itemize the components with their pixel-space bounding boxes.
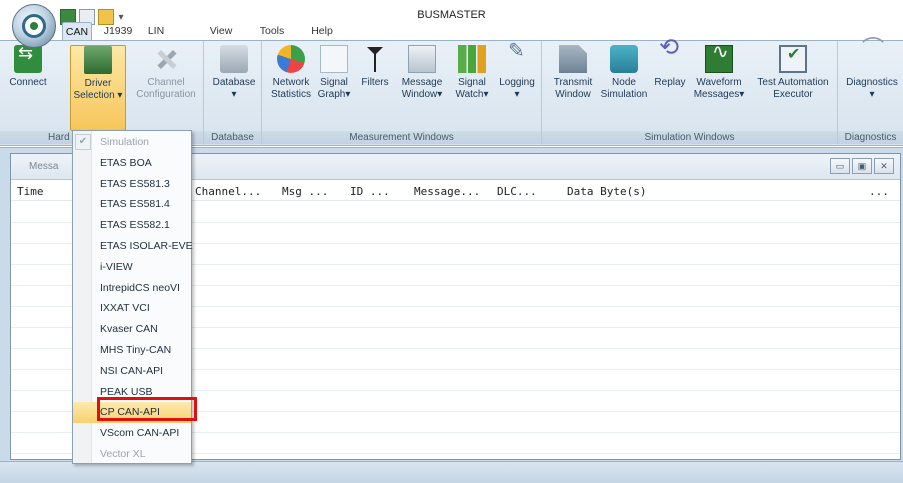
message-window-icon [408, 45, 436, 73]
driver-menu-item-intrepidcs-neovi[interactable]: IntrepidCS neoVI [73, 278, 191, 299]
group-label-measurement-windows: Measurement Windows [262, 131, 541, 144]
signal-watch-button[interactable]: Signal Watch▾ [450, 45, 494, 101]
replay-icon [656, 42, 684, 73]
driver-menu-item-label: ETAS ES581.3 [100, 177, 170, 190]
diagnostics-icon [858, 43, 886, 73]
driver-menu-item-mhs-tiny-can[interactable]: MHS Tiny-CAN [73, 340, 191, 361]
graph-icon [320, 45, 348, 73]
column-header-id[interactable]: ID ... [350, 185, 390, 198]
tab-view[interactable]: View [206, 22, 236, 40]
column-header-time[interactable]: Time [17, 185, 44, 198]
column-header-data-bytes[interactable]: Data Byte(s) [567, 185, 646, 198]
driver-menu-item-etas-isolar-eve[interactable]: ETAS ISOLAR-EVE [73, 236, 193, 257]
test-automation-icon [779, 45, 807, 73]
diagnostics-button[interactable]: Diagnostics ▾ [842, 43, 902, 101]
group-label-database: Database [204, 131, 261, 144]
tab-can[interactable]: CAN [62, 22, 92, 40]
transmit-window-button[interactable]: Transmit Window [548, 45, 598, 101]
tab-j1939[interactable]: J1939 [101, 22, 135, 40]
channel-configuration-button[interactable]: Channel Configuration [132, 45, 200, 101]
group-diagnostics: Diagnostics ▾ Diagnostics [838, 41, 903, 146]
column-header-channel[interactable]: Channel... [195, 185, 261, 198]
database-button[interactable]: Database ▾ [210, 45, 258, 101]
driver-icon [84, 46, 112, 74]
tab-tools[interactable]: Tools [255, 22, 289, 40]
group-simulation-windows: Transmit Window Node Simulation Replay W… [542, 41, 838, 146]
transmit-icon [559, 45, 587, 73]
driver-menu-item-label: ETAS ISOLAR-EVE [100, 240, 193, 252]
driver-menu-item-etas-es582-1[interactable]: ETAS ES582.1 [73, 215, 191, 236]
column-header-message[interactable]: Message... [414, 185, 480, 198]
bar-chart-icon [458, 45, 486, 73]
logging-button[interactable]: Logging ▾ [494, 45, 540, 101]
driver-menu-item-i-view[interactable]: i-VIEW [73, 257, 191, 278]
group-measurement-windows: Network Statistics Signal Graph▾ Filters… [262, 41, 542, 146]
driver-menu-item-label: ETAS ES582.1 [100, 219, 170, 232]
node-simulation-button[interactable]: Node Simulation [598, 45, 650, 101]
signal-graph-button[interactable]: Signal Graph▾ [312, 45, 356, 101]
driver-menu-item-etas-es581-4[interactable]: ETAS ES581.4 [73, 194, 191, 215]
tab-lin[interactable]: LIN [143, 22, 169, 40]
driver-selection-button[interactable]: Driver Selection ▾ [70, 45, 126, 131]
column-header-more[interactable]: ... [869, 185, 889, 198]
replay-button[interactable]: Replay [650, 42, 690, 89]
connect-icon [14, 45, 42, 73]
driver-menu-item-label: ETAS ES581.4 [100, 198, 170, 211]
driver-menu-item-label: NSI CAN-API [100, 364, 164, 377]
database-icon [220, 45, 248, 73]
app-title: BUSMASTER [417, 9, 486, 21]
checkmark-icon: ✔ [75, 134, 91, 150]
app-menu-button[interactable] [12, 4, 56, 48]
group-label-simulation-windows: Simulation Windows [542, 131, 837, 144]
filter-icon [361, 45, 389, 73]
driver-menu-item-ixxat-vci[interactable]: IXXAT VCI [73, 298, 191, 319]
restore-icon[interactable]: ▣ [852, 158, 872, 174]
message-window-title: Messa [29, 161, 59, 172]
driver-menu-item-label: IntrepidCS neoVI [100, 281, 180, 294]
group-label-diagnostics: Diagnostics [838, 131, 903, 144]
driver-menu-item-label: Vector XL [100, 448, 146, 460]
driver-menu-item-label: VScom CAN-API [100, 427, 180, 440]
tab-help[interactable]: Help [307, 22, 337, 40]
network-statistics-button[interactable]: Network Statistics [268, 45, 314, 101]
driver-menu-item-label: i-VIEW [100, 260, 133, 273]
group-database: Database ▾ Database [204, 41, 262, 146]
driver-menu-item-label: Kvaser CAN [100, 323, 158, 336]
driver-menu-item-nsi-can-api[interactable]: NSI CAN-API [73, 361, 191, 382]
filters-button[interactable]: Filters [358, 45, 392, 89]
driver-menu-item-label: Simulation [100, 136, 150, 148]
driver-menu-item-vector-xl: Vector XL [73, 444, 191, 465]
ribbon-tabs: CAN J1939 LIN View Tools Help [0, 22, 903, 40]
waveform-icon [705, 45, 733, 73]
column-header-msg[interactable]: Msg ... [282, 185, 328, 198]
message-window-button[interactable]: Message Window▾ [396, 45, 448, 101]
driver-menu-item-kvaser-can[interactable]: Kvaser CAN [73, 319, 191, 340]
test-automation-executor-button[interactable]: Test Automation Executor [750, 45, 836, 101]
driver-menu-item-label: MHS Tiny-CAN [100, 344, 172, 356]
close-icon[interactable]: ✕ [874, 158, 894, 174]
pie-chart-icon [277, 45, 305, 73]
column-header-dlc[interactable]: DLC... [497, 185, 537, 198]
logging-icon [503, 45, 531, 73]
driver-menu-item-etas-es581-3[interactable]: ETAS ES581.3 [73, 174, 191, 195]
driver-menu-item-vscom-can-api[interactable]: VScom CAN-API [73, 423, 191, 444]
waveform-messages-button[interactable]: Waveform Messages▾ [690, 45, 748, 101]
driver-menu-item-simulation: ✔ Simulation [73, 132, 191, 153]
connect-button[interactable]: Connect [8, 45, 48, 89]
node-icon [610, 45, 638, 73]
driver-menu-item-etas-boa[interactable]: ETAS BOA [73, 153, 191, 174]
minimize-icon[interactable]: ▭ [830, 158, 850, 174]
driver-menu-item-label: IXXAT VCI [100, 302, 150, 315]
driver-menu-item-label: ETAS BOA [100, 156, 152, 169]
tools-icon [152, 45, 180, 73]
highlight-annotation-box [97, 397, 197, 421]
